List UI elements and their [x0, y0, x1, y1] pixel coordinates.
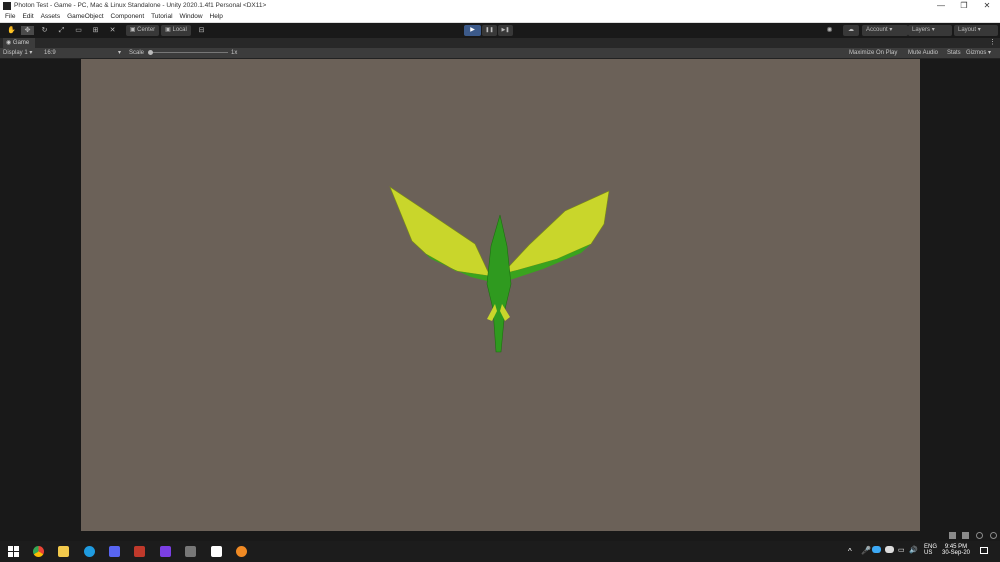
menu-bar: File Edit Assets GameObject Component Tu…	[0, 12, 1000, 23]
menu-gameobject[interactable]: GameObject	[67, 12, 104, 22]
menu-tutorial[interactable]: Tutorial	[151, 12, 172, 22]
tab-game-label: Game	[12, 40, 30, 46]
hand-icon[interactable]: ✋	[5, 26, 18, 35]
collab-icon[interactable]: ✺	[823, 26, 836, 35]
local-label: Local	[172, 27, 187, 33]
menu-window[interactable]: Window	[179, 12, 202, 22]
microphone-icon[interactable]: 🎤	[861, 546, 871, 555]
chevron-down-icon: ▾	[889, 27, 893, 33]
chevron-down-icon: ▾	[931, 27, 935, 33]
pivot-label: Center	[137, 27, 156, 33]
scale-chevron-icon: ▾	[118, 50, 122, 56]
pivot-local-button[interactable]: ▣ Local	[161, 25, 191, 36]
clock[interactable]: 9:45 PM 30-Sep-20	[942, 544, 970, 556]
tab-bar: ◉ Game ⋮	[0, 38, 1000, 48]
unity-app-icon	[3, 2, 11, 10]
twitch-icon[interactable]	[160, 546, 171, 557]
tab-menu-icon[interactable]: ⋮	[989, 38, 996, 48]
file-explorer-icon[interactable]	[58, 546, 69, 557]
layers-label: Layers	[912, 27, 931, 33]
status-icon-c[interactable]	[976, 532, 983, 539]
layout-dropdown[interactable]: Layout ▾	[954, 25, 998, 36]
clock-date: 30-Sep-20	[942, 550, 971, 556]
blender-icon[interactable]	[236, 546, 247, 557]
step-button[interactable]: ▶❚	[498, 25, 513, 36]
rotate-icon[interactable]: ↻	[38, 26, 51, 35]
menu-file[interactable]: File	[5, 12, 15, 22]
gizmos-label: Gizmos	[966, 50, 987, 56]
scale-value: 1x	[231, 50, 238, 56]
app-icon-red[interactable]	[134, 546, 145, 557]
main-toolbar: ✋ ✥ ↻ ⤢ ▭ ⊞ ✕ ▣ Center ▣ Local ⊟ ▶ ❚❚ ▶❚…	[0, 23, 1000, 38]
mute-audio-toggle[interactable]: Mute Audio	[908, 48, 938, 58]
windows-start-icon[interactable]	[8, 546, 19, 557]
scale-slider-handle[interactable]	[148, 50, 153, 55]
volume-icon[interactable]: 🔊	[909, 546, 918, 554]
dragon-body	[486, 214, 512, 353]
custom-tool-icon[interactable]: ✕	[106, 26, 119, 35]
game-view-toolbar: Display 1 ▾ 16:9 ▾ Scale 1x Maximize On …	[0, 48, 1000, 59]
chevron-down-icon: ▾	[29, 50, 33, 56]
menu-edit[interactable]: Edit	[22, 12, 33, 22]
status-row	[0, 531, 1000, 541]
status-icon-a[interactable]	[949, 532, 956, 539]
chevron-down-icon: ▾	[988, 50, 992, 56]
menu-help[interactable]: Help	[210, 12, 223, 22]
stats-toggle[interactable]: Stats	[947, 48, 961, 58]
transform-icon[interactable]: ⊞	[89, 26, 102, 35]
layers-dropdown[interactable]: Layers ▾	[908, 25, 952, 36]
onedrive-icon[interactable]	[872, 546, 881, 553]
chevron-down-icon: ▾	[977, 27, 981, 33]
game-viewport[interactable]	[81, 59, 920, 531]
status-icon-d[interactable]	[990, 532, 997, 539]
dragon-render	[389, 186, 610, 353]
gizmos-dropdown[interactable]: Gizmos ▾	[966, 48, 991, 58]
region-code: US	[924, 550, 933, 556]
menu-assets[interactable]: Assets	[41, 12, 61, 22]
account-label: Account	[866, 27, 888, 33]
snap-icon[interactable]: ⊟	[195, 26, 208, 35]
game-tab-icon: ◉	[6, 40, 12, 46]
scale-icon[interactable]: ⤢	[55, 26, 68, 35]
tab-game[interactable]: ◉ Game	[3, 38, 36, 48]
tray-overflow-icon[interactable]: ^	[848, 547, 852, 556]
cloud-icon[interactable]: ☁	[843, 25, 859, 36]
maximize-on-play-toggle[interactable]: Maximize On Play	[849, 48, 897, 58]
network-icon[interactable]: ▭	[898, 546, 905, 554]
cloud-sync-icon[interactable]	[885, 546, 894, 553]
play-button[interactable]: ▶	[464, 25, 481, 36]
local-icon: ▣	[165, 27, 171, 33]
discord-icon[interactable]	[109, 546, 120, 557]
scale-label: Scale	[129, 50, 145, 56]
app-icon-gray[interactable]	[185, 546, 196, 557]
window-title: Photon Test - Game - PC, Mac & Linux Sta…	[14, 2, 267, 9]
close-button[interactable]: ✕	[976, 0, 998, 12]
pivot-icon: ▣	[129, 27, 136, 33]
restore-button[interactable]: ❐	[953, 0, 975, 12]
display-label: Display 1	[3, 50, 28, 56]
scale-slider-track[interactable]	[150, 52, 228, 53]
pivot-center-button[interactable]: ▣ Center	[126, 25, 159, 36]
display-dropdown[interactable]: Display 1 ▾	[3, 48, 32, 58]
language-indicator[interactable]: ENG US	[924, 544, 937, 556]
rect-icon[interactable]: ▭	[72, 26, 85, 35]
minimize-button[interactable]: —	[930, 0, 952, 12]
chrome-icon[interactable]	[33, 546, 44, 557]
status-icon-b[interactable]	[962, 532, 969, 539]
edge-icon[interactable]	[84, 546, 95, 557]
move-icon[interactable]: ✥	[21, 26, 34, 35]
notification-icon[interactable]	[980, 547, 988, 554]
account-dropdown[interactable]: Account ▾	[862, 25, 908, 36]
unity-icon[interactable]	[211, 546, 222, 557]
menu-component[interactable]: Component	[111, 12, 145, 22]
layout-label: Layout	[958, 27, 977, 33]
windows-taskbar: ^ 🎤 ▭ 🔊 ENG US 9:45 PM 30-Sep-20	[0, 541, 1000, 562]
pause-button[interactable]: ❚❚	[482, 25, 497, 36]
window-title-bar: Photon Test - Game - PC, Mac & Linux Sta…	[0, 0, 1000, 12]
aspect-dropdown[interactable]: 16:9	[44, 48, 56, 58]
